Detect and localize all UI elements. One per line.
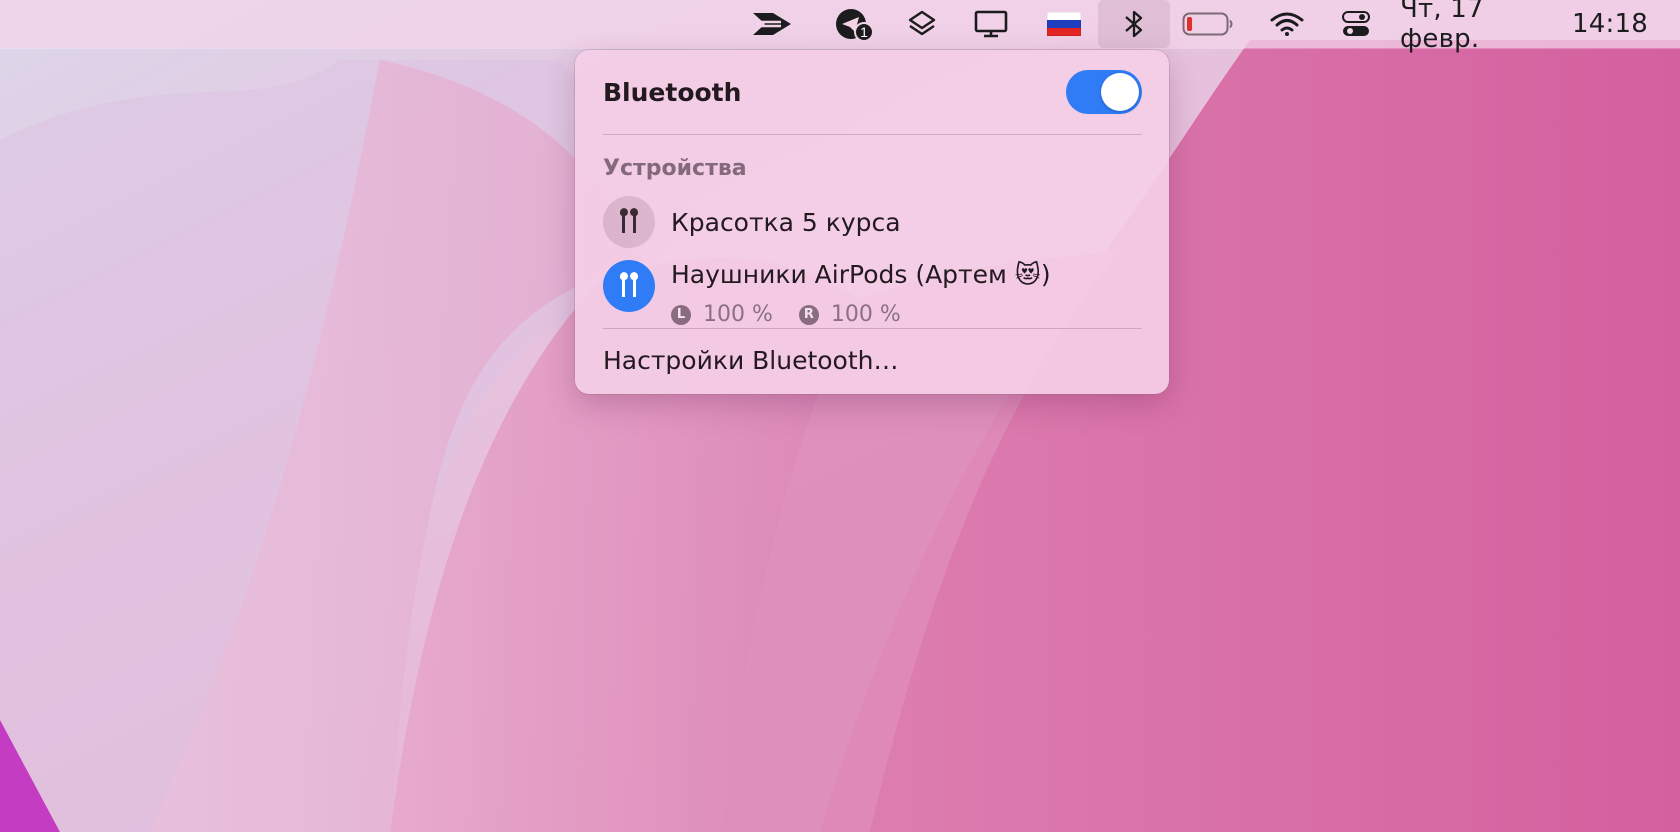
drafts-arrow-icon[interactable] [748,0,796,48]
device-item-airpods[interactable]: Наушники AirPods (Артем 😻) L 100 % R 100… [603,260,1142,336]
airpods-icon [603,260,655,312]
time-text: 14:18 [1572,9,1648,39]
right-battery-value: 100 % [830,302,901,327]
bluetooth-title: Bluetooth [603,78,742,107]
notification-badge: 1 [854,22,874,42]
menubar-date[interactable]: Чт, 17 февр. [1400,0,1560,54]
bluetooth-icon[interactable] [1098,0,1170,48]
divider [603,134,1142,135]
toggle-knob [1101,73,1139,111]
control-center-icon[interactable] [1332,0,1380,48]
battery-status: L 100 % R 100 % [671,302,901,327]
airpods-icon [603,196,655,248]
bluetooth-settings-link[interactable]: Настройки Bluetooth… [603,346,899,375]
wifi-icon[interactable] [1262,0,1312,48]
date-text: Чт, 17 февр. [1400,0,1484,54]
bluetooth-toggle[interactable] [1066,70,1142,114]
left-battery-value: 100 % [703,302,773,327]
divider [603,328,1142,329]
device-name: Красотка 5 курса [671,208,901,237]
telegram-icon[interactable]: 1 [826,0,876,48]
layers-icon[interactable] [898,0,946,48]
menu-bar: 1 Чт, 17 февр. 14:18 [0,0,1680,54]
battery-icon[interactable] [1180,0,1236,48]
device-name: Наушники AirPods (Артем 😻) [671,260,1051,289]
right-earbud-label: R [798,304,819,325]
device-item-krasotka[interactable]: Красотка 5 курса [603,196,1142,252]
menubar-clock[interactable]: 14:18 [1570,0,1650,48]
bluetooth-menu: Bluetooth Устройства Красотка 5 курса На… [575,50,1169,394]
russian-flag-icon[interactable] [1040,0,1088,48]
devices-section-label: Устройства [603,156,747,181]
display-icon[interactable] [966,0,1016,48]
left-earbud-label: L [671,304,691,325]
